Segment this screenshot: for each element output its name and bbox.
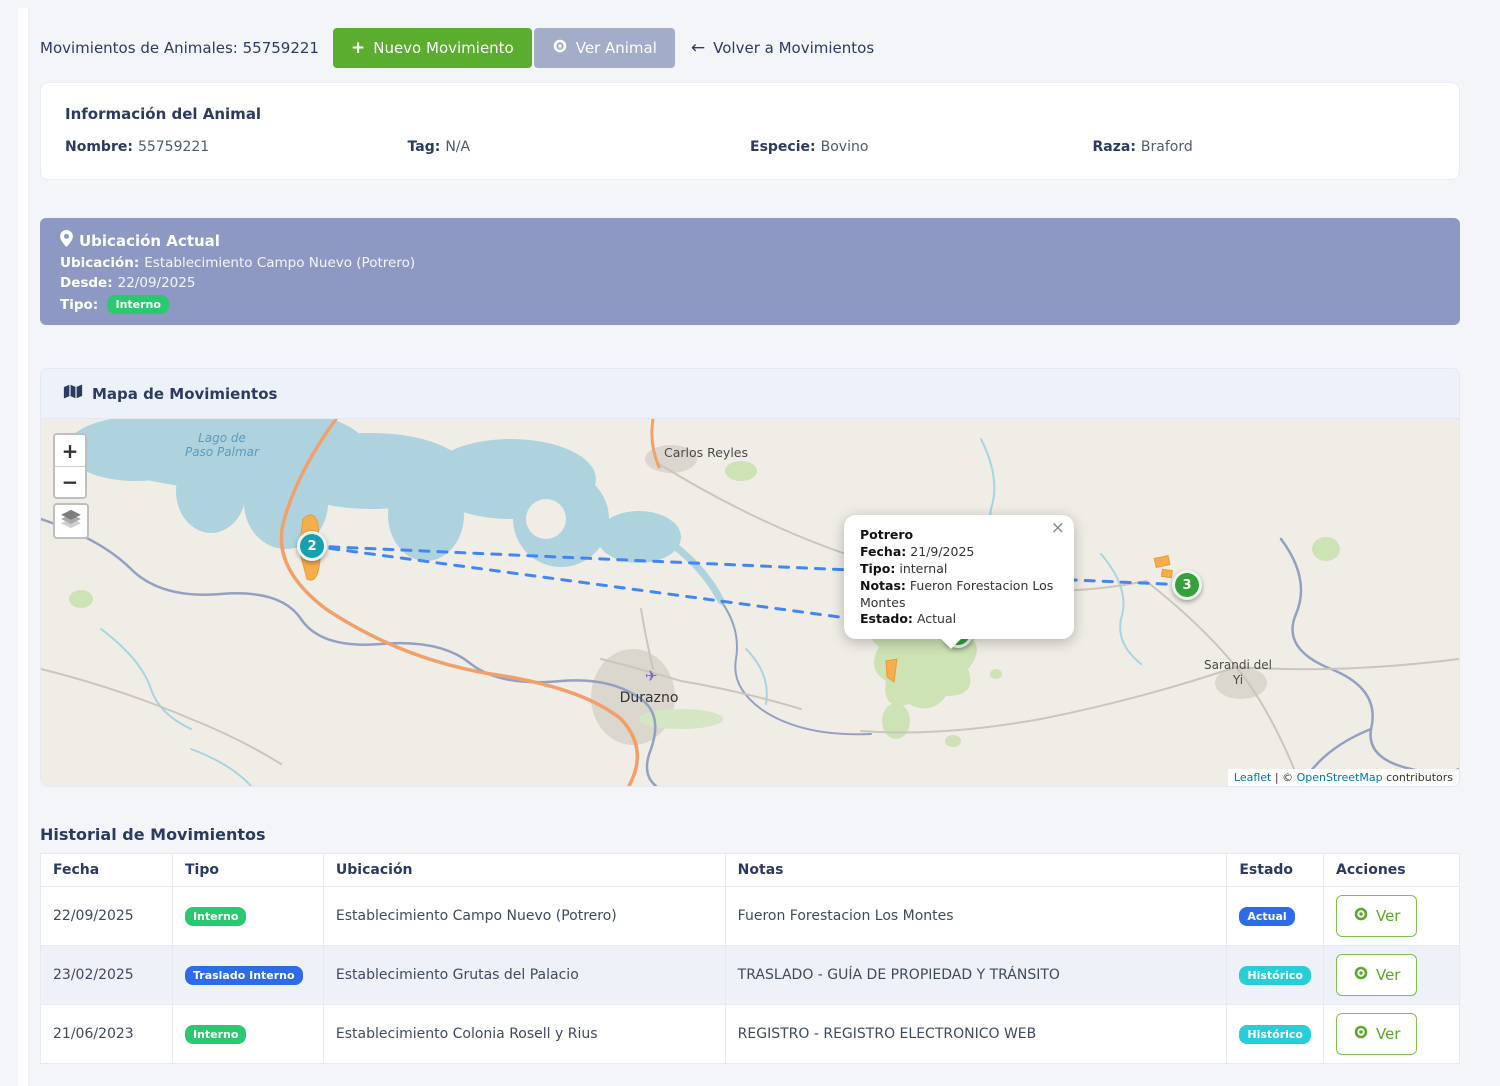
page-header: Movimientos de Animales: 55759221 + Nuev… [40, 28, 1460, 68]
table-row: 23/02/2025 Traslado Interno Establecimie… [41, 946, 1460, 1005]
map-title: Mapa de Movimientos [92, 385, 277, 403]
osm-link[interactable]: OpenStreetMap [1297, 771, 1383, 784]
col-header-notas: Notas [725, 854, 1227, 887]
view-animal-label: Ver Animal [576, 39, 657, 57]
ver-button[interactable]: Ver [1336, 1013, 1418, 1055]
tipo-badge: Traslado Interno [185, 966, 303, 985]
field-raza: Raza:Braford [1093, 139, 1436, 155]
tipo-badge: Interno [185, 1025, 246, 1044]
current-location-card: Ubicación Actual Ubicación:Establecimien… [40, 218, 1460, 325]
table-row: 21/06/2023 Interno Establecimiento Colon… [41, 1005, 1460, 1064]
map-marker-3[interactable]: 3 [1172, 570, 1202, 600]
animal-info-card: Información del Animal Nombre:55759221 T… [40, 82, 1460, 180]
col-header-ubicacion: Ubicación [323, 854, 725, 887]
movements-map-card: Mapa de Movimientos [40, 368, 1460, 787]
col-header-fecha: Fecha [41, 854, 173, 887]
back-label: Volver a Movimientos [713, 39, 874, 57]
ver-button[interactable]: Ver [1336, 954, 1418, 996]
since-line: Desde:22/09/2025 [60, 275, 1440, 291]
movements-table: Fecha Tipo Ubicación Notas Estado Accion… [40, 853, 1460, 1064]
estado-badge: Histórico [1239, 966, 1311, 985]
field-especie: Especie:Bovino [750, 139, 1093, 155]
zoom-in-button[interactable]: + [55, 435, 85, 466]
map-attribution: Leaflet | © OpenStreetMap contributors [1228, 769, 1459, 786]
eye-icon [1353, 965, 1369, 985]
estado-badge: Actual [1239, 907, 1294, 926]
plus-icon: + [351, 38, 365, 58]
layers-control[interactable] [53, 503, 89, 539]
type-badge: Interno [107, 295, 168, 314]
history-title: Historial de Movimientos [40, 825, 1460, 844]
col-header-acciones: Acciones [1323, 854, 1459, 887]
leaflet-map[interactable]: Lago de Paso Palmar Carlos Reyles Durazn… [41, 419, 1459, 786]
map-pin-icon [60, 230, 73, 251]
table-row: 22/09/2025 Interno Establecimiento Campo… [41, 887, 1460, 946]
type-line: Tipo: Interno [60, 295, 1440, 314]
eye-icon [552, 38, 568, 58]
leaflet-link[interactable]: Leaflet [1234, 771, 1271, 784]
map-icon [63, 383, 83, 404]
back-arrow-icon: ← [691, 38, 705, 58]
airport-icon: ✈ [645, 667, 658, 685]
field-tag: Tag:N/A [408, 139, 751, 155]
animal-movements-page: Movimientos de Animales: 55759221 + Nuev… [0, 0, 1500, 1086]
col-header-tipo: Tipo [172, 854, 323, 887]
popup-title: Potrero [860, 527, 1058, 544]
eye-icon [1353, 1024, 1369, 1044]
field-nombre: Nombre:55759221 [65, 139, 408, 155]
zoom-out-button[interactable]: − [55, 466, 85, 497]
ver-button[interactable]: Ver [1336, 895, 1418, 937]
zoom-control: + − [53, 433, 87, 499]
tipo-badge: Interno [185, 907, 246, 926]
map-marker-2[interactable]: 2 [297, 531, 327, 561]
new-movement-button[interactable]: + Nuevo Movimiento [333, 28, 532, 68]
estado-badge: Histórico [1239, 1025, 1311, 1044]
popup-close-icon[interactable]: × [1051, 520, 1065, 537]
map-tiles [41, 419, 1459, 786]
view-animal-button[interactable]: Ver Animal [534, 28, 675, 68]
animal-info-title: Información del Animal [65, 105, 1435, 123]
layers-icon [59, 508, 83, 534]
current-location-title: Ubicación Actual [79, 232, 220, 250]
marker-popup: × Potrero Fecha:21/9/2025 Tipo:internal … [844, 515, 1074, 639]
location-line: Ubicación:Establecimiento Campo Nuevo (P… [60, 255, 1440, 271]
eye-icon [1353, 906, 1369, 926]
new-movement-label: Nuevo Movimiento [373, 39, 514, 57]
col-header-estado: Estado [1227, 854, 1324, 887]
left-edge-panel [18, 8, 28, 1086]
page-title: Movimientos de Animales: 55759221 [40, 39, 319, 57]
back-to-movements-link[interactable]: ← Volver a Movimientos [691, 38, 874, 58]
